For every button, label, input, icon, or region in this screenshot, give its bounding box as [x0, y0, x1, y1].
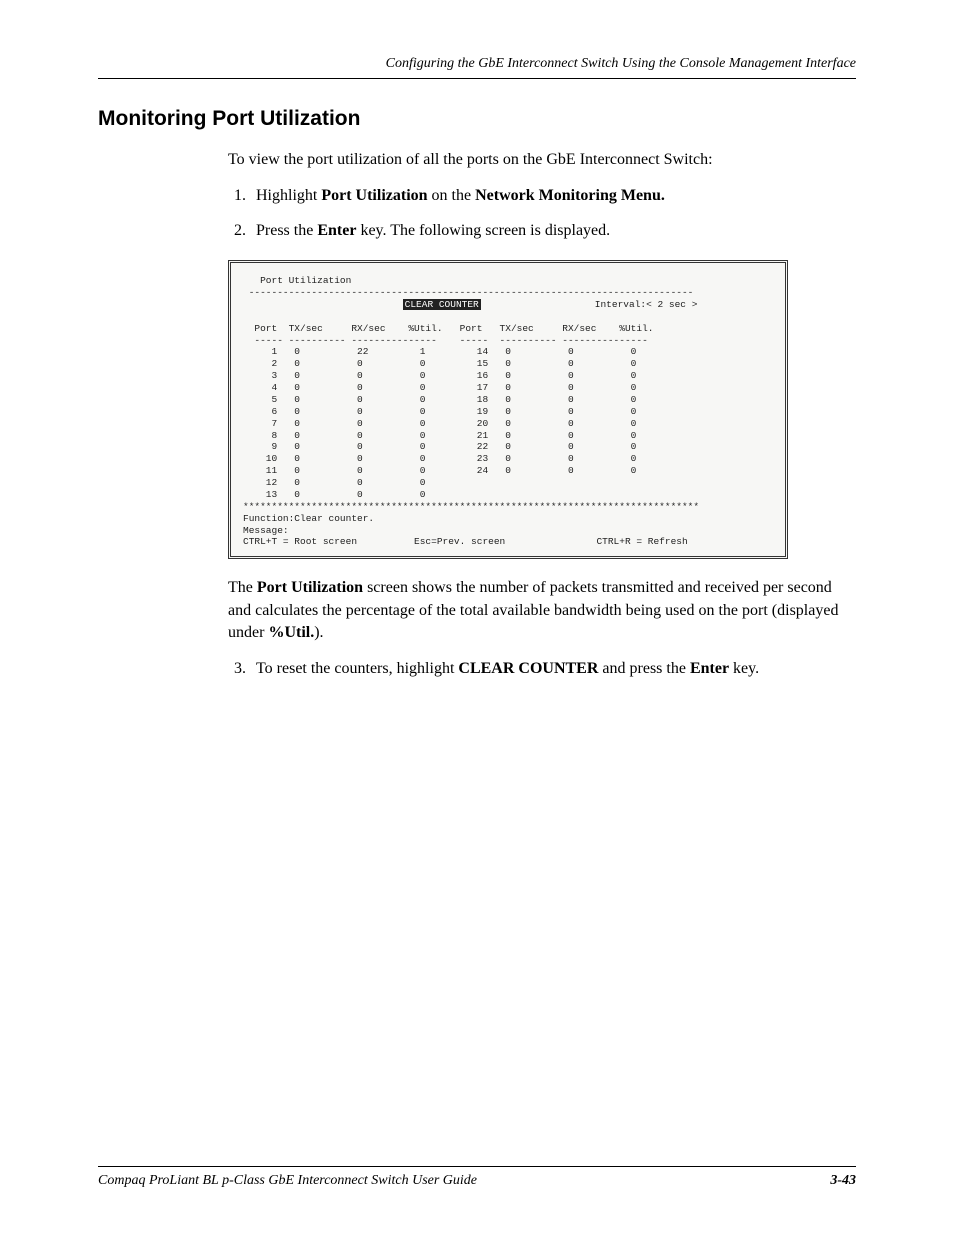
- post-bold: Port Utilization: [257, 579, 363, 596]
- step-bold: Port Utilization: [321, 187, 427, 204]
- step-text: To reset the counters, highlight: [256, 660, 458, 677]
- step-text: key. The following screen is displayed.: [356, 222, 610, 239]
- step-text: Press the: [256, 222, 317, 239]
- step-text: on the: [428, 187, 476, 204]
- step-bold: Enter: [690, 660, 729, 677]
- step-bold: Network Monitoring Menu.: [475, 187, 665, 204]
- header-rule: [98, 78, 856, 79]
- post-paragraph: The Port Utilization screen shows the nu…: [228, 577, 846, 644]
- step-text: and press the: [598, 660, 690, 677]
- steps-list: Highlight Port Utilization on the Networ…: [228, 185, 846, 242]
- footer-page-number: 3-43: [830, 1173, 856, 1189]
- post-bold: %Util.: [268, 624, 314, 641]
- post-text: The: [228, 579, 257, 596]
- intro-text: To view the port utilization of all the …: [228, 149, 846, 171]
- terminal-screenshot: Port Utilization -----------------------…: [228, 260, 788, 559]
- page-footer: Compaq ProLiant BL p-Class GbE Interconn…: [98, 1166, 856, 1189]
- section-title: Monitoring Port Utilization: [98, 107, 856, 131]
- step-2: Press the Enter key. The following scree…: [250, 220, 846, 242]
- step-bold: CLEAR COUNTER: [458, 660, 598, 677]
- steps-list-2: To reset the counters, highlight CLEAR C…: [228, 658, 846, 680]
- terminal-content: Port Utilization -----------------------…: [231, 263, 785, 556]
- step-1: Highlight Port Utilization on the Networ…: [250, 185, 846, 207]
- step-3: To reset the counters, highlight CLEAR C…: [250, 658, 846, 680]
- footer-rule: [98, 1166, 856, 1167]
- running-header: Configuring the GbE Interconnect Switch …: [98, 56, 856, 72]
- step-text: key.: [729, 660, 759, 677]
- step-bold: Enter: [317, 222, 356, 239]
- step-text: Highlight: [256, 187, 321, 204]
- footer-guide: Compaq ProLiant BL p-Class GbE Interconn…: [98, 1173, 477, 1189]
- clear-counter-highlight[interactable]: CLEAR COUNTER: [403, 299, 481, 310]
- post-text: ).: [314, 624, 323, 641]
